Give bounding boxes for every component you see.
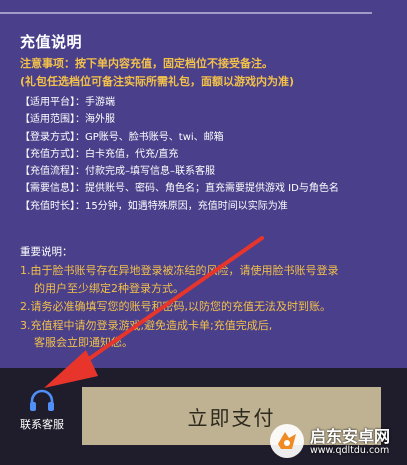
watermark-logo-icon — [270, 424, 304, 458]
watermark-text: 启东安卓网 — [310, 427, 391, 446]
red-arrow-annotation — [44, 236, 264, 388]
site-watermark: 启东安卓网 www.qdltdu.com — [268, 420, 403, 462]
watermark-url: www.qdltdu.com — [310, 445, 390, 456]
